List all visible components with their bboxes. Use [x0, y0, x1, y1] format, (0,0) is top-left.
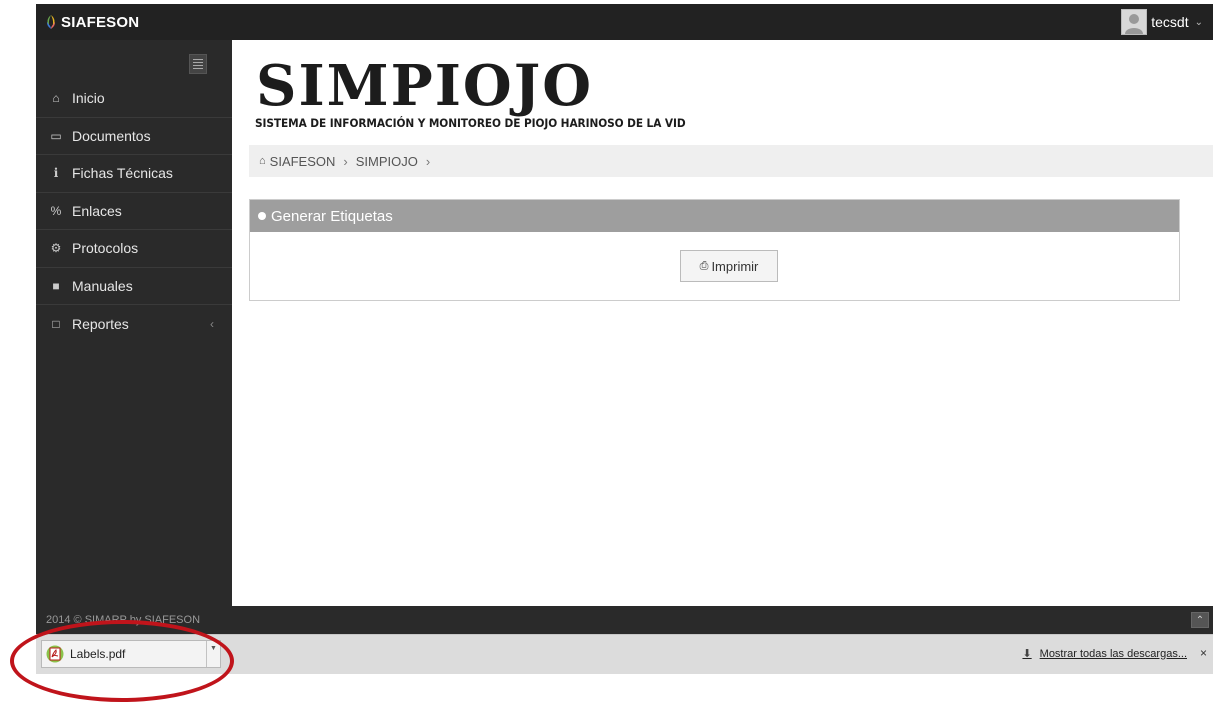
brand-name: SIAFESON	[61, 13, 140, 31]
breadcrumb-item-simpiojo[interactable]: SIMPIOJO	[356, 154, 418, 169]
siafeson-logo-icon	[47, 15, 55, 29]
chevron-down-icon: ⌄	[1194, 16, 1203, 28]
panel-title: Generar Etiquetas	[271, 207, 393, 225]
highlight-annotation	[10, 620, 234, 702]
sidebar-item-label: Manuales	[72, 277, 133, 294]
scroll-top-button[interactable]: ⌃	[1191, 612, 1209, 628]
folder-icon: ▭	[50, 128, 62, 143]
app-subtitle: SISTEMA DE INFORMACIÓN Y MONITOREO DE PI…	[255, 116, 686, 130]
home-icon: ⌂	[259, 155, 266, 167]
sidebar-item-manuales[interactable]: ■ Manuales	[36, 268, 232, 305]
show-all-downloads-link[interactable]: ⬇ Mostrar todas las descargas...	[1022, 647, 1187, 661]
file-icon: □	[52, 316, 60, 331]
user-avatar-icon	[1125, 14, 1144, 34]
print-icon: ⎙	[699, 259, 709, 272]
generate-labels-panel: Generar Etiquetas ⎙ Imprimir	[249, 199, 1180, 301]
print-button[interactable]: ⎙ Imprimir	[680, 250, 778, 282]
chevron-right-icon: ›	[425, 153, 431, 169]
book-icon: ■	[52, 278, 60, 293]
panel-header: Generar Etiquetas	[250, 200, 1179, 232]
sidebar-item-enlaces[interactable]: % Enlaces	[36, 193, 232, 230]
user-menu[interactable]: tecsdt ⌄	[1121, 8, 1203, 36]
sidebar-item-documentos[interactable]: ▭ Documentos	[36, 118, 232, 155]
show-all-label: Mostrar todas las descargas...	[1039, 647, 1187, 660]
sidebar-item-label: Reportes	[72, 315, 129, 332]
sidebar: ⌂ Inicio ▭ Documentos i Fichas Técnicas …	[36, 40, 232, 606]
avatar	[1121, 9, 1148, 35]
close-icon[interactable]: ×	[1200, 646, 1207, 660]
download-arrow-icon: ⬇	[1022, 648, 1032, 660]
breadcrumb: ⌂ SIAFESON › SIMPIOJO ›	[249, 145, 1213, 177]
sidebar-item-reportes[interactable]: □ Reportes ‹	[36, 305, 232, 343]
info-icon: i	[53, 166, 59, 181]
sidebar-item-protocolos[interactable]: ⚙ Protocolos	[36, 230, 232, 268]
brand[interactable]: SIAFESON	[36, 4, 232, 40]
chevron-left-icon: ‹	[210, 316, 214, 331]
sidebar-item-label: Inicio	[72, 90, 105, 107]
breadcrumb-item-siafeson[interactable]: SIAFESON	[270, 154, 336, 169]
sidebar-item-label: Enlaces	[72, 202, 122, 219]
sidebar-item-fichas-tecnicas[interactable]: i Fichas Técnicas	[36, 155, 232, 193]
sidebar-item-label: Protocolos	[72, 240, 139, 257]
app-window: SIAFESON tecsdt ⌄ ⌂ Inicio ▭ Documentos	[36, 4, 1213, 644]
circle-icon	[258, 212, 266, 220]
user-name: tecsdt	[1151, 14, 1189, 30]
home-icon: ⌂	[52, 91, 60, 106]
gear-icon: ⚙	[50, 241, 62, 256]
sidebar-toggle-icon[interactable]	[189, 54, 207, 74]
app-logo: SIMPIOJO	[256, 53, 593, 119]
sidebar-item-label: Documentos	[72, 127, 151, 144]
print-button-label: Imprimir	[711, 258, 759, 274]
sidebar-item-label: Fichas Técnicas	[72, 165, 173, 182]
top-navbar: SIAFESON tecsdt ⌄	[36, 4, 1213, 40]
sidebar-menu: ⌂ Inicio ▭ Documentos i Fichas Técnicas …	[36, 80, 232, 343]
link-icon: %	[50, 203, 62, 218]
chevron-right-icon: ›	[343, 153, 348, 169]
sidebar-item-inicio[interactable]: ⌂ Inicio	[36, 80, 232, 118]
chevron-up-icon: ⌃	[1195, 614, 1205, 626]
footer: 2014 © SIMARP by SIAFESON ⌃	[36, 606, 1213, 634]
main-content: SIMPIOJO SISTEMA DE INFORMACIÓN Y MONITO…	[232, 40, 1213, 606]
